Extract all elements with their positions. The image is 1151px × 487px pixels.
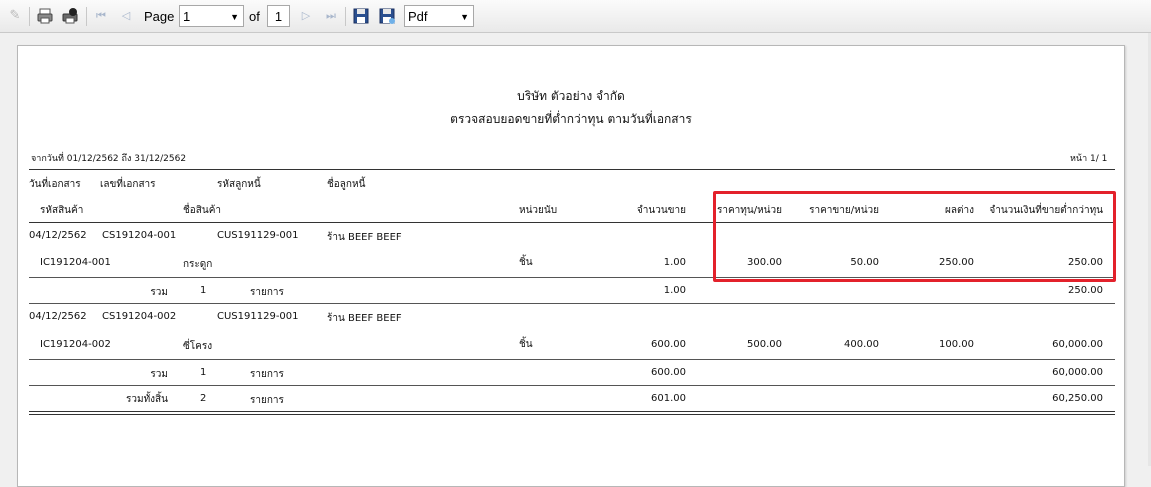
print-layout-icon[interactable]: [61, 7, 79, 25]
product-unit: ชิ้น: [519, 257, 533, 268]
date-range: จากวันที่ 01/12/2562 ถึง 31/12/2562: [31, 154, 187, 164]
report-title: ตรวจสอบยอดขายที่ต่ำกว่าทุน ตามวันที่เอกส…: [450, 112, 692, 126]
subtotal-count-unit: รายการ: [250, 287, 284, 298]
customer-name: ร้าน BEEF BEEF: [327, 232, 402, 243]
doc-separator-rule: [29, 385, 1115, 386]
subtotal-amount: 60,000.00: [1052, 367, 1103, 378]
first-page-icon[interactable]: ⏮: [92, 7, 110, 25]
grand-total-rule-top: [29, 411, 1115, 412]
item-qty: 1.00: [663, 257, 686, 268]
header-doc-no: เลขที่เอกสาร: [100, 179, 156, 190]
header-top-rule: [29, 169, 1115, 170]
grand-total-count-unit: รายการ: [250, 395, 284, 406]
toolbar-separator: [345, 7, 346, 26]
product-unit: ชิ้น: [519, 339, 533, 350]
product-code: IC191204-002: [40, 339, 111, 350]
last-page-icon[interactable]: ⏭: [322, 7, 340, 25]
grand-total-label: รวมทั้งสิ้น: [126, 394, 168, 405]
header-product-code: รหัสสินค้า: [40, 205, 84, 216]
print-icon[interactable]: [36, 7, 54, 25]
grand-total-rule-bottom: [29, 414, 1115, 415]
grand-total-amount: 60,250.00: [1052, 393, 1103, 404]
header-customer-code: รหัสลูกหนี้: [217, 179, 261, 190]
report-page: บริษัท ตัวอย่าง จำกัด ตรวจสอบยอดขายที่ต่…: [17, 45, 1125, 487]
doc-date: 04/12/2562: [29, 311, 87, 322]
highlight-box: [713, 191, 1116, 282]
header-customer-name: ชื่อลูกหนี้: [327, 179, 366, 190]
subtotal-count: 1: [200, 285, 207, 296]
page-number-value: 1: [183, 9, 191, 24]
previous-page-icon[interactable]: ◁: [117, 7, 135, 25]
toolbar-separator: [29, 7, 30, 26]
grand-total-count: 2: [200, 393, 207, 404]
product-name: กระดูก: [183, 259, 213, 270]
header-qty: จำนวนขาย: [636, 205, 686, 216]
page-number-input[interactable]: 1 ▼: [179, 5, 244, 27]
export-format-value: Pdf: [408, 9, 428, 24]
of-label: of: [249, 9, 260, 24]
header-product-name: ชื่อสินค้า: [183, 205, 222, 216]
header-doc-date: วันที่เอกสาร: [29, 179, 81, 190]
customer-name: ร้าน BEEF BEEF: [327, 313, 402, 324]
header-unit: หน่วยนับ: [519, 205, 558, 216]
item-diff: 100.00: [939, 339, 974, 350]
doc-number: CS191204-002: [102, 311, 177, 322]
doc-date: 04/12/2562: [29, 230, 87, 241]
doc-separator-rule: [29, 303, 1115, 304]
page-label: Page: [144, 9, 175, 24]
customer-code: CUS191129-001: [217, 311, 299, 322]
subtotal-qty: 600.00: [651, 367, 686, 378]
company-name: บริษัท ตัวอย่าง จำกัด: [517, 89, 625, 103]
product-name: ซี่โครง: [183, 341, 213, 352]
grand-total-qty: 601.00: [651, 393, 686, 404]
item-price: 400.00: [844, 339, 879, 350]
doc-number: CS191204-001: [102, 230, 177, 241]
customer-code: CUS191129-001: [217, 230, 299, 241]
chevron-down-icon[interactable]: ▼: [230, 6, 239, 28]
toolbar-separator: [86, 7, 87, 26]
item-qty: 600.00: [651, 339, 686, 350]
subtotal-label: รวม: [150, 287, 168, 298]
item-cost: 500.00: [747, 339, 782, 350]
chevron-down-icon[interactable]: ▼: [460, 6, 469, 28]
report-viewer-toolbar: ✎ ⏮ ◁ Page 1 ▼ of 1 ▷ ⏭ Pdf ▼: [0, 0, 1151, 33]
product-code: IC191204-001: [40, 257, 111, 268]
total-pages-field: 1: [267, 5, 290, 27]
next-page-icon[interactable]: ▷: [297, 7, 315, 25]
subtotal-count: 1: [200, 367, 207, 378]
subtotal-count-unit: รายการ: [250, 369, 284, 380]
subtotal-label: รวม: [150, 369, 168, 380]
subtotal-qty: 1.00: [663, 285, 686, 296]
report-viewer-area[interactable]: บริษัท ตัวอย่าง จำกัด ตรวจสอบยอดขายที่ต่…: [0, 33, 1151, 487]
find-icon[interactable]: ✎: [6, 7, 24, 25]
subtotal-rule: [29, 359, 1115, 360]
page-info: หน้า 1/ 1: [1070, 154, 1108, 164]
export-icon[interactable]: [378, 7, 396, 25]
item-amount: 60,000.00: [1052, 339, 1103, 350]
total-pages-value: 1: [274, 9, 283, 24]
subtotal-amount: 250.00: [1068, 285, 1103, 296]
save-icon[interactable]: [352, 7, 370, 25]
export-format-select[interactable]: Pdf ▼: [404, 5, 474, 27]
